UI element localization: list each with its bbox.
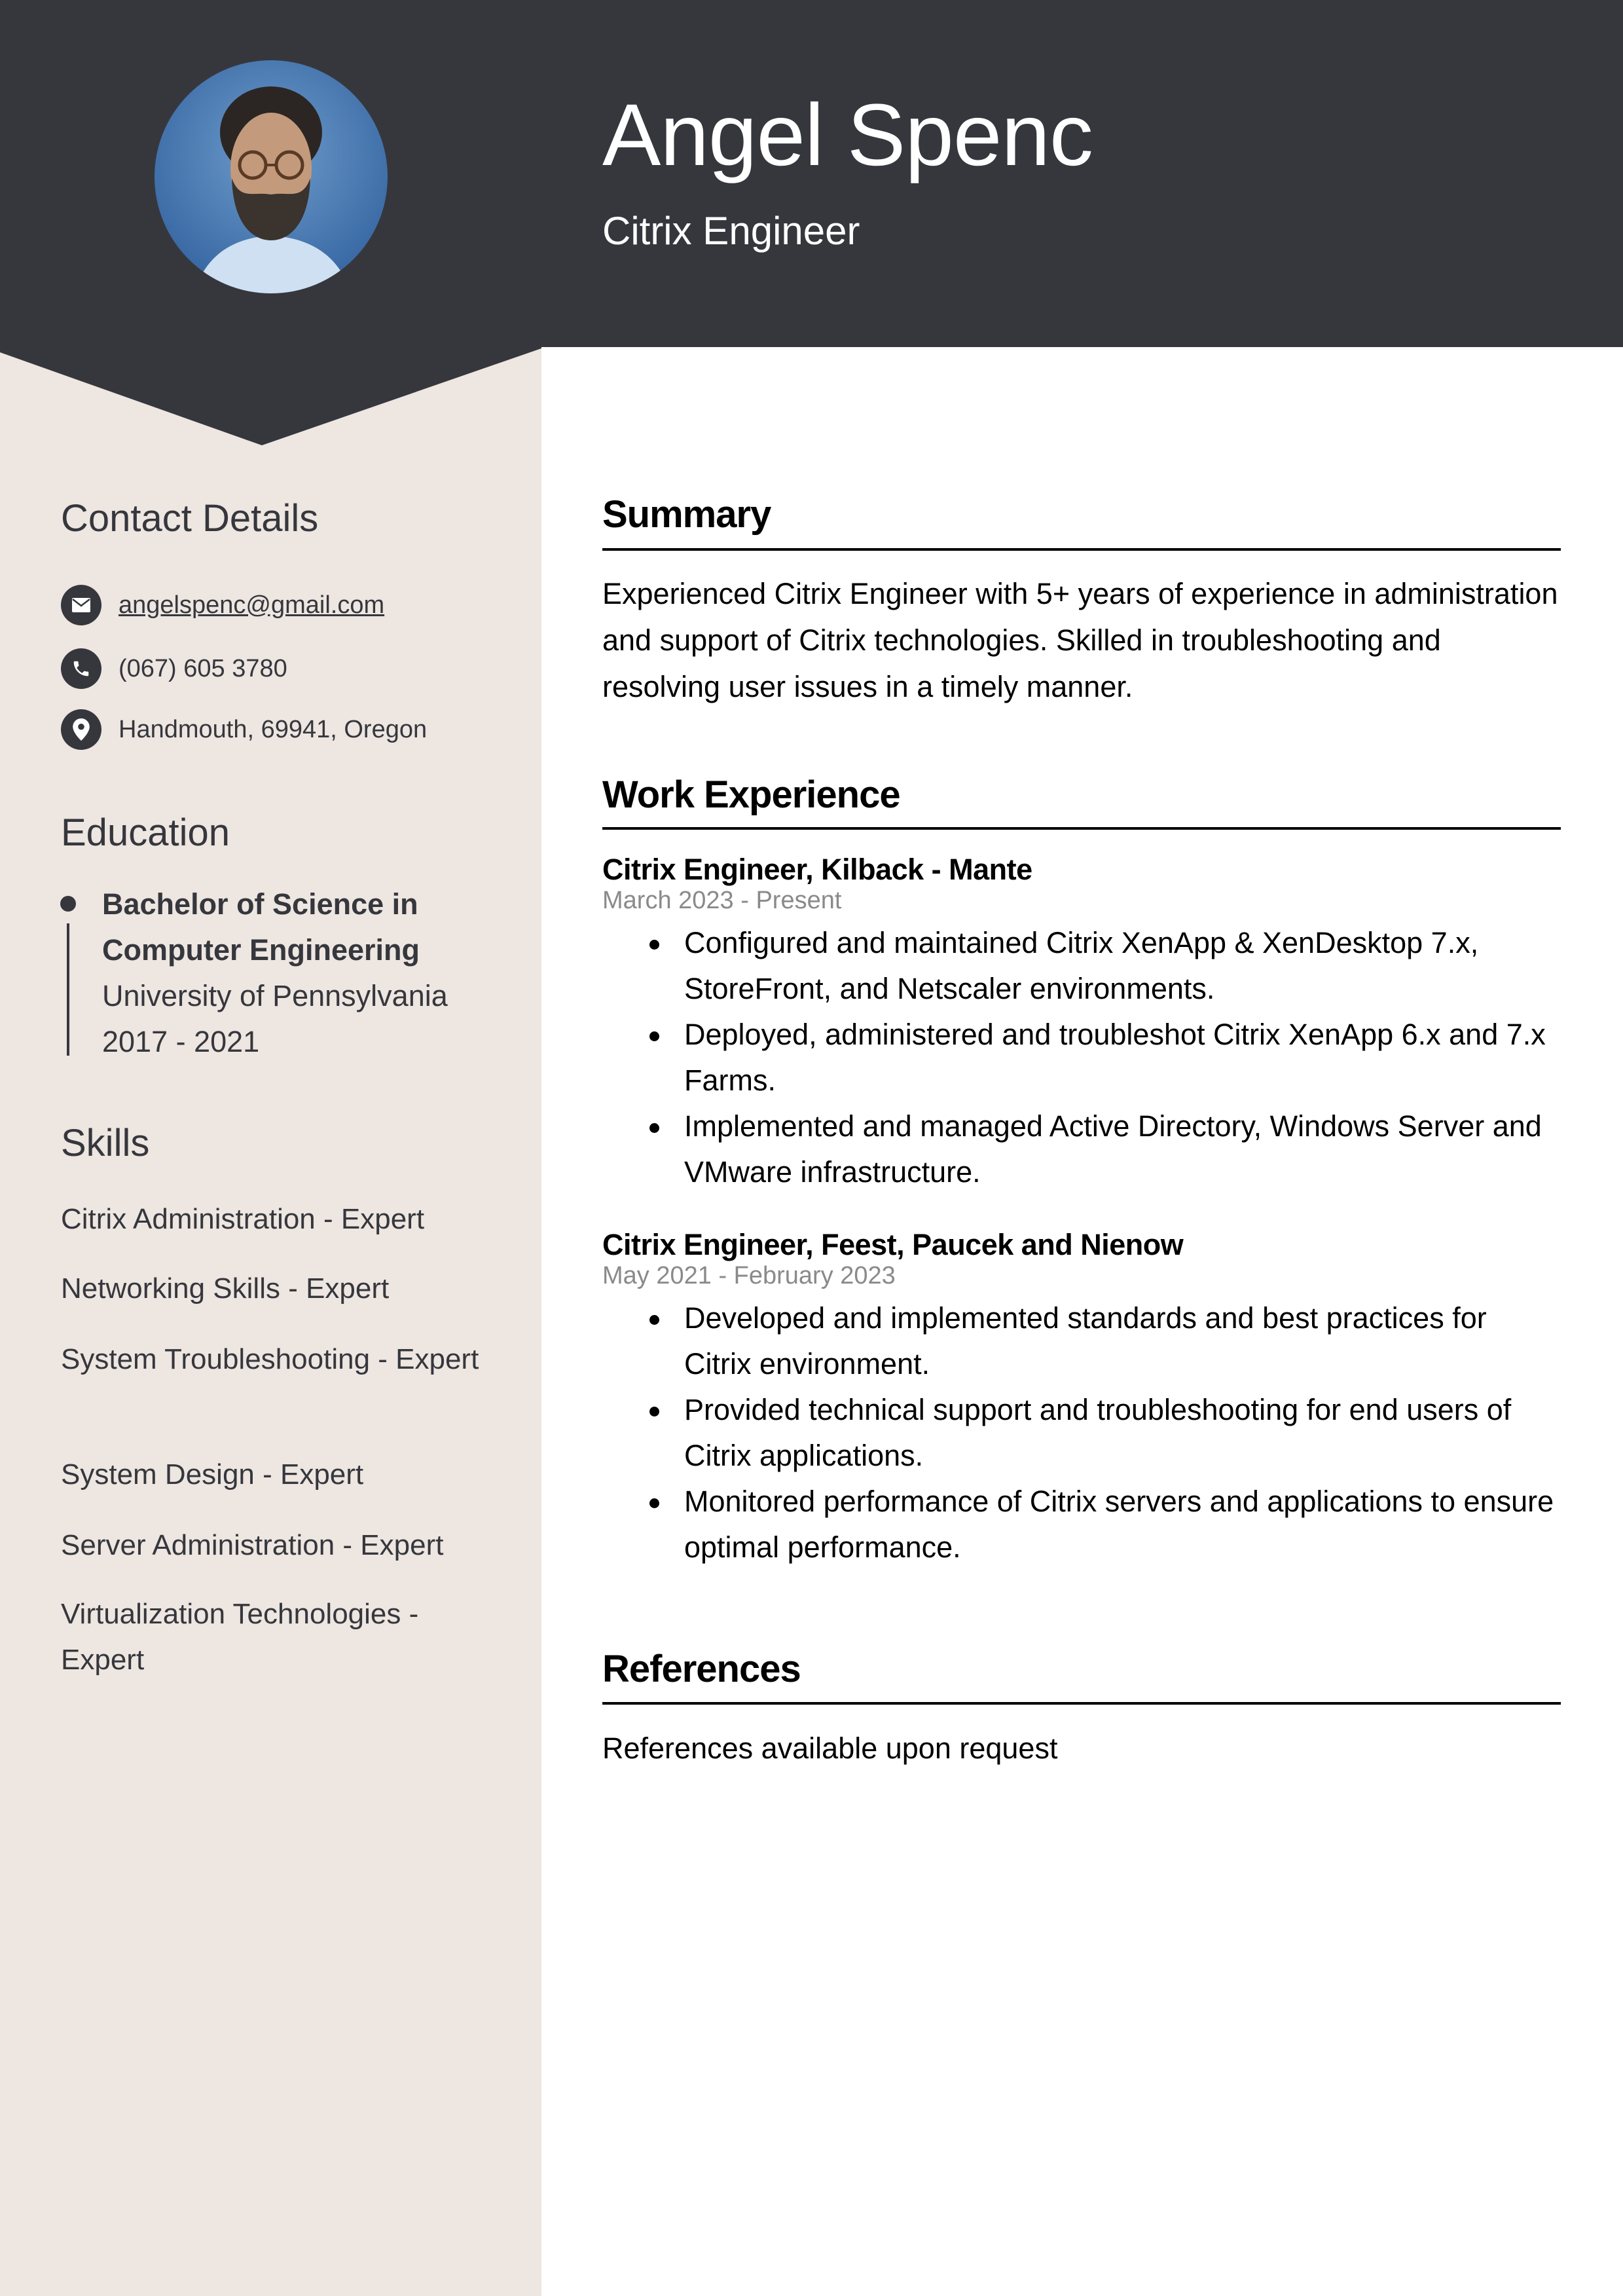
address: Handmouth, 69941, Oregon [119,715,428,743]
experience-section: Work Experience [602,773,1561,817]
phone-icon [61,648,101,689]
job-bullets: Configured and maintained Citrix XenApp … [520,920,1561,1195]
summary-divider [602,548,1561,551]
summary-heading: Summary [602,493,771,536]
skill-item: Citrix Administration - Expert [61,1203,425,1235]
phone-number: (067) 605 3780 [119,654,287,682]
job-dates: May 2021 - February 2023 [602,1262,896,1289]
experience-divider [602,827,1561,830]
job-bullets: Developed and implemented standards and … [520,1295,1561,1570]
skills-section: Skills [61,1121,149,1165]
skill-item: Virtualization Technologies - Expert [61,1598,419,1676]
summary-text: Experienced Citrix Engineer with 5+ year… [602,577,1558,703]
references-divider [602,1702,1561,1705]
job-bullet: Developed and implemented standards and … [602,1295,1561,1387]
education-section: Education [61,811,230,855]
education-years: 2017 - 2021 [102,1025,260,1058]
job-bullet: Deployed, administered and troubleshot C… [602,1012,1561,1103]
location-pin-icon [61,709,101,750]
school-name: University of Pennsylvania [102,979,448,1012]
job-title: Citrix Engineer, Feest, Paucek and Nieno… [602,1228,1184,1261]
skill-item: System Design - Expert [61,1458,364,1491]
skills-heading: Skills [61,1122,150,1164]
contact-location: Handmouth, 69941, Oregon [61,709,427,750]
contact-phone: (067) 605 3780 [61,648,287,689]
profile-photo [155,60,388,293]
email-link[interactable]: angelspenc@gmail.com [119,591,384,620]
degree-line-1: Bachelor of Science in [102,887,418,921]
job-bullet: Provided technical support and troublesh… [602,1387,1561,1479]
timeline-line [67,923,69,1056]
header-chevron [0,346,541,445]
skill-item: Server Administration - Expert [61,1529,444,1561]
degree-line-2: Computer Engineering [102,933,420,967]
contact-section: Contact Details [61,496,318,540]
education-heading: Education [61,811,230,854]
references-text: References available upon request [602,1731,1058,1765]
envelope-icon [61,585,101,625]
education-entry: Bachelor of Science in Computer Engineer… [102,881,448,1065]
job-title: Citrix Engineer, Kilback - Mante [602,853,1032,886]
contact-email[interactable]: angelspenc@gmail.com [61,585,384,625]
experience-heading: Work Experience [602,773,901,816]
job-entry: Citrix Engineer, Feest, Paucek and Nieno… [602,1228,1561,1570]
timeline-dot [60,896,76,912]
candidate-name: Angel Spenc [602,86,1093,184]
job-dates: March 2023 - Present [602,887,842,914]
contact-heading: Contact Details [61,497,319,540]
references-heading: References [602,1648,801,1690]
skill-item: System Troubleshooting - Expert [61,1343,479,1375]
skill-item: Networking Skills - Expert [61,1272,390,1305]
job-bullet: Implemented and managed Active Directory… [602,1103,1561,1195]
job-bullet: Monitored performance of Citrix servers … [602,1479,1561,1570]
job-bullet: Configured and maintained Citrix XenApp … [602,920,1561,1012]
candidate-job-title: Citrix Engineer [602,209,860,253]
references-section: References [602,1647,1561,1691]
job-entry: Citrix Engineer, Kilback - Mante March 2… [602,853,1561,1195]
summary-section: Summary [602,492,1561,536]
